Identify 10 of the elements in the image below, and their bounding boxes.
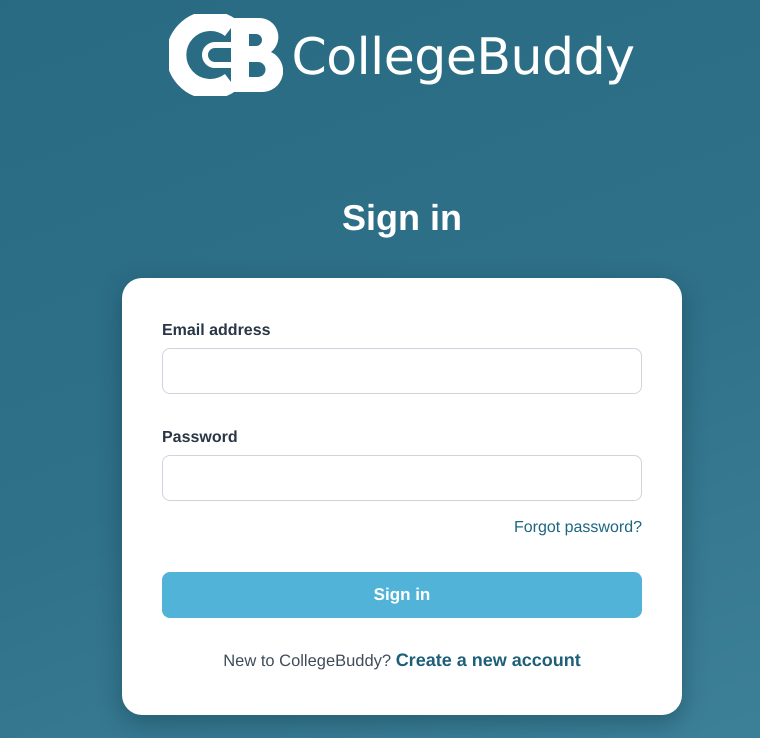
page-heading: Sign in bbox=[342, 196, 462, 239]
input-field[interactable] bbox=[162, 455, 642, 501]
create-account-link[interactable]: Create a new account bbox=[396, 650, 581, 670]
field-label: Email address bbox=[162, 321, 272, 341]
input-field[interactable] bbox=[162, 348, 642, 394]
forgot-password-link[interactable]: Forgot password? bbox=[514, 516, 642, 540]
logo-icon bbox=[169, 14, 284, 96]
brand-name: CollegeBuddy bbox=[291, 28, 635, 82]
field-label: Password bbox=[162, 428, 239, 448]
signup-prompt: New to CollegeBuddy? bbox=[223, 652, 392, 670]
